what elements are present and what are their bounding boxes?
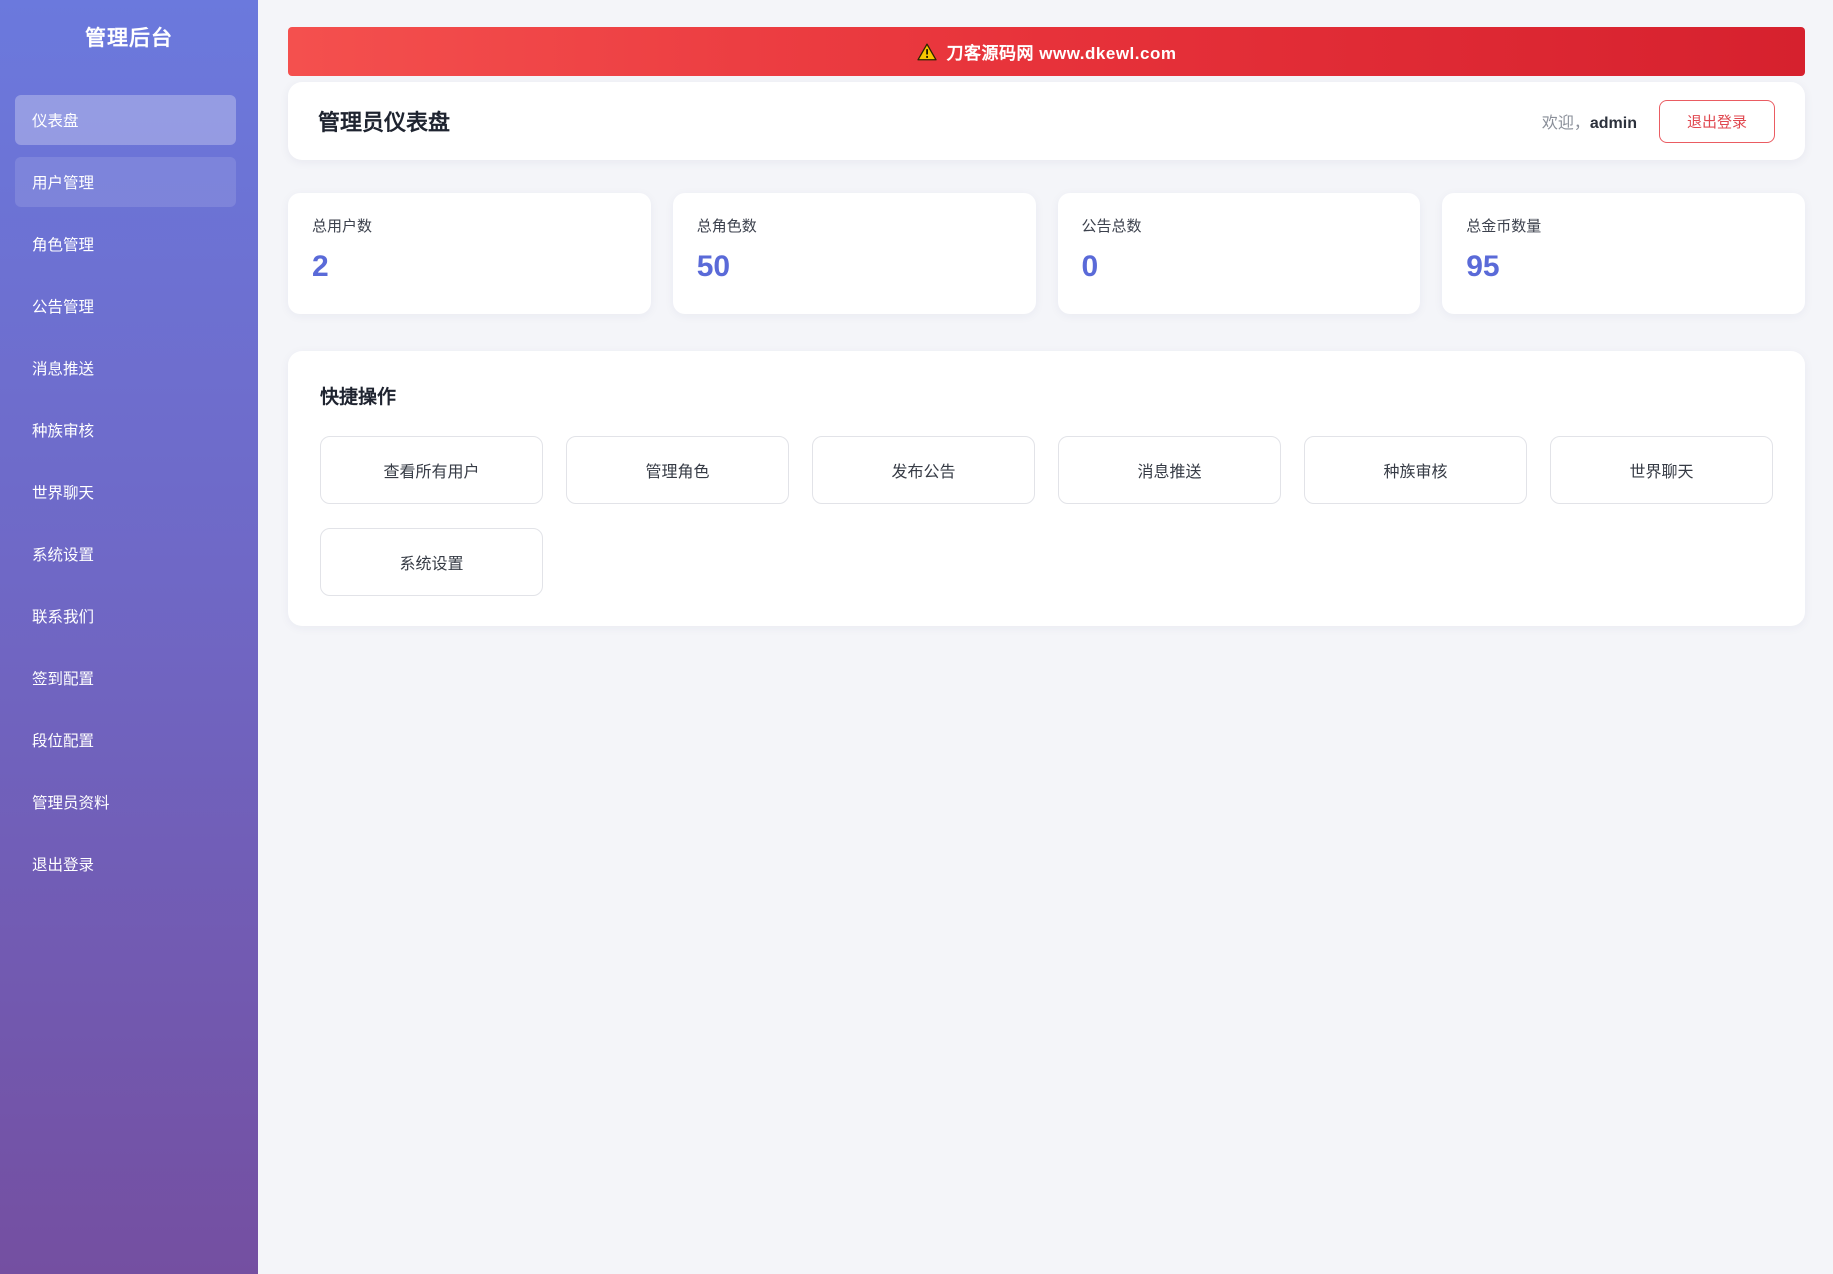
warning-icon — [916, 43, 937, 61]
quick-actions-title: 快捷操作 — [320, 387, 397, 408]
sidebar-item-label: 段位配置 — [32, 733, 95, 750]
sidebar-item-label: 管理员资料 — [32, 795, 110, 812]
username: admin — [1589, 115, 1637, 132]
banner-text: 刀客源码网 www.dkewl.com — [946, 44, 1177, 63]
sidebar-item-0[interactable]: 仪表盘 — [15, 95, 236, 145]
sidebar-item-5[interactable]: 种族审核 — [15, 405, 236, 455]
logout-button[interactable]: 退出登录 — [1658, 99, 1775, 143]
sidebar-item-label: 用户管理 — [32, 175, 95, 192]
quick-action-button[interactable]: 世界聊天 — [1550, 436, 1773, 504]
sidebar-item-label: 世界聊天 — [32, 485, 95, 502]
sidebar: 管理后台 仪表盘 用户管理 角色管理 公告管理 消息推送 种族审核 世界聊天 系… — [0, 0, 258, 1274]
stat-value: 95 — [1466, 250, 1500, 283]
stat-label: 总角色数 — [696, 218, 757, 235]
header-card: 管理员仪表盘 欢迎，admin 退出登录 — [288, 82, 1805, 160]
stat-card: 总金币数量 95 — [1442, 193, 1805, 314]
quick-action-button[interactable]: 发布公告 — [812, 436, 1035, 504]
sidebar-nav: 仪表盘 用户管理 角色管理 公告管理 消息推送 种族审核 世界聊天 系统设置 联… — [0, 95, 258, 889]
sidebar-item-9[interactable]: 签到配置 — [15, 653, 236, 703]
sidebar-item-label: 种族审核 — [32, 423, 95, 440]
alert-banner: 刀客源码网 www.dkewl.com — [288, 27, 1805, 76]
header-right: 欢迎，admin 退出登录 — [1542, 99, 1775, 143]
admin-app: 管理后台 仪表盘 用户管理 角色管理 公告管理 消息推送 种族审核 世界聊天 系… — [0, 0, 1833, 1274]
quick-action-button[interactable]: 系统设置 — [320, 528, 543, 596]
sidebar-item-6[interactable]: 世界聊天 — [15, 467, 236, 517]
sidebar-item-label: 系统设置 — [32, 547, 95, 564]
sidebar-item-label: 消息推送 — [32, 361, 95, 378]
sidebar-item-label: 联系我们 — [32, 609, 95, 626]
stat-value: 2 — [312, 250, 329, 283]
stat-card: 总用户数 2 — [288, 193, 651, 314]
quick-actions-grid: 查看所有用户 管理角色 发布公告 消息推送 种族审核 世界聊天 系统设置 — [320, 436, 1773, 596]
stat-card: 公告总数 0 — [1057, 193, 1421, 314]
sidebar-item-1[interactable]: 用户管理 — [15, 157, 236, 207]
stats-row: 总用户数 2 总角色数 50 公告总数 0 总金币数量 95 — [288, 193, 1805, 314]
quick-action-button[interactable]: 查看所有用户 — [320, 436, 543, 504]
sidebar-item-10[interactable]: 段位配置 — [15, 715, 236, 765]
sidebar-item-label: 仪表盘 — [32, 113, 79, 130]
sidebar-item-label: 角色管理 — [32, 237, 95, 254]
sidebar-item-3[interactable]: 公告管理 — [15, 281, 236, 331]
quick-actions-card: 快捷操作 查看所有用户 管理角色 发布公告 消息推送 种族审核 世界聊天 系统设… — [288, 351, 1805, 626]
stat-label: 公告总数 — [1081, 218, 1142, 235]
sidebar-item-7[interactable]: 系统设置 — [15, 529, 236, 579]
stat-value: 50 — [696, 250, 731, 283]
sidebar-item-label: 公告管理 — [32, 299, 95, 316]
stat-label: 总用户数 — [312, 218, 373, 235]
sidebar-item-11[interactable]: 管理员资料 — [15, 777, 236, 827]
sidebar-title: 管理后台 — [85, 27, 173, 50]
quick-action-button[interactable]: 管理角色 — [566, 436, 789, 504]
page-title: 管理员仪表盘 — [318, 110, 451, 135]
quick-action-button[interactable]: 消息推送 — [1058, 436, 1281, 504]
stat-card: 总角色数 50 — [672, 193, 1036, 314]
welcome-text: 欢迎，admin — [1542, 109, 1637, 133]
welcome-prefix: 欢迎， — [1541, 115, 1590, 132]
sidebar-item-label: 签到配置 — [32, 671, 95, 688]
main-content: 刀客源码网 www.dkewl.com 管理员仪表盘 欢迎，admin 退出登录… — [258, 0, 1833, 1274]
sidebar-item-12[interactable]: 退出登录 — [15, 839, 236, 889]
sidebar-item-label: 退出登录 — [32, 857, 95, 874]
stat-label: 总金币数量 — [1466, 218, 1542, 235]
sidebar-item-8[interactable]: 联系我们 — [15, 591, 236, 641]
stat-value: 0 — [1081, 250, 1099, 283]
quick-action-button[interactable]: 种族审核 — [1304, 436, 1527, 504]
sidebar-item-4[interactable]: 消息推送 — [15, 343, 236, 393]
sidebar-item-2[interactable]: 角色管理 — [15, 219, 236, 269]
